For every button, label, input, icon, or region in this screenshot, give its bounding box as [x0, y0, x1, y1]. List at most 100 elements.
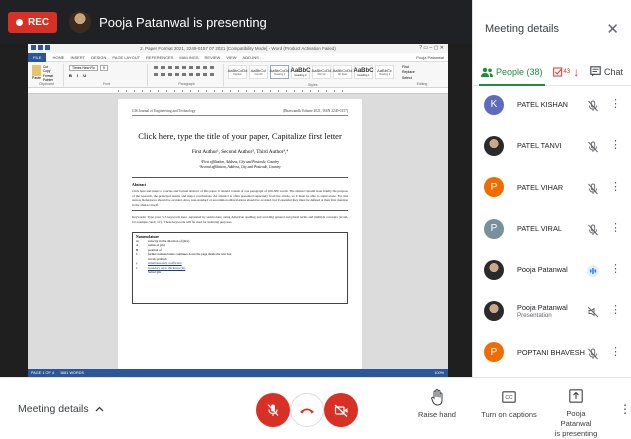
clipboard-label: Clipboard — [39, 82, 54, 86]
raise-hand-button[interactable]: Raise hand — [412, 388, 462, 420]
tab-design[interactable]: DESIGN — [91, 55, 106, 60]
avatar: K — [484, 94, 504, 115]
participant-row[interactable]: P PATEL VIHAR ⋮ — [473, 167, 631, 208]
annotation-count: 43 — [563, 68, 571, 75]
participant-row[interactable]: PATEL TANVI ⋮ — [473, 125, 631, 166]
mic-off-icon — [267, 404, 279, 416]
more-options-icon[interactable]: ⋮ — [610, 264, 621, 275]
presentation-stage: REC Pooja Patanwal is presenting 2. Pape… — [0, 0, 472, 377]
redo-icon[interactable] — [45, 45, 50, 50]
meeting-details-label: Meeting details — [18, 403, 89, 415]
tab-page-layout[interactable]: PAGE LAYOUT — [112, 55, 140, 60]
tab-review[interactable]: REVIEW — [205, 55, 221, 60]
word-ribbon-tabs: FILE HOME INSERT DESIGN PAGE LAYOUT REFE… — [28, 52, 448, 62]
more-options-icon[interactable]: ⋮ — [610, 222, 621, 234]
word-window-title: 2. Paper Format 2021, 2249-0157 07 2021 … — [140, 46, 336, 51]
font-format-buttons[interactable]: B I U — [69, 73, 88, 78]
people-icon — [481, 67, 493, 77]
close-icon[interactable]: ✕ — [606, 20, 619, 38]
raise-hand-label: Raise hand — [418, 410, 456, 419]
font-size-select[interactable]: 9 — [99, 65, 108, 71]
nomenclature-desc: Subscripts — [148, 270, 162, 275]
meeting-controls-bar: Meeting details Raise hand CC Turn on ca… — [0, 377, 631, 439]
word-user: Pooja Patanwal — [416, 54, 444, 60]
zoom-level[interactable]: 100% — [434, 371, 444, 375]
more-options-icon[interactable]: ⋮ — [610, 305, 621, 316]
present-now-button[interactable]: Pooja Patanwal is presenting — [550, 387, 602, 438]
font-name-select[interactable]: Times New Ro — [69, 65, 98, 71]
document-page[interactable]: GIS Journal of Engineering and Technolog… — [118, 99, 362, 369]
tab-file[interactable]: FILE — [28, 52, 47, 62]
font-group: Times New Ro 9 B I U Font — [66, 64, 148, 86]
more-options-icon[interactable]: ⋮ — [610, 346, 621, 358]
participant-name-block: PATEL KISHAN — [517, 100, 597, 109]
tab-insert[interactable]: INSERT — [70, 55, 85, 60]
nomenclature-row: Subscripts — [136, 270, 344, 274]
chevron-up-icon — [95, 406, 104, 412]
mic-muted-icon[interactable] — [587, 223, 599, 236]
rec-label: REC — [28, 16, 50, 28]
style-name: No Spac — [337, 73, 348, 76]
style-name: Heading 1 — [273, 73, 286, 76]
style-normal[interactable]: AaBbCcDd Normal — [312, 65, 331, 79]
captions-button[interactable]: CC Turn on captions — [476, 388, 542, 420]
presentation-audio-off-icon[interactable] — [587, 305, 599, 318]
participant-name-block: Pooja Patanwal Presentation — [517, 303, 597, 320]
tab-home[interactable]: HOME — [52, 55, 64, 60]
style-heading-2b[interactable]: AaBbCc Heading 2 — [375, 65, 394, 79]
style-heading-1[interactable]: AaBbCcDd Heading 1 — [270, 65, 289, 79]
document-area[interactable]: GIS Journal of Engineering and Technolog… — [28, 94, 448, 369]
replace-button[interactable]: Replace — [402, 70, 415, 75]
more-options-icon[interactable]: ⋮ — [610, 99, 621, 110]
style-contrib[interactable]: AaBbCcI Contrib — [249, 65, 268, 79]
svg-text:CC: CC — [505, 395, 513, 401]
annotation-badge: 43 ↓ — [552, 65, 579, 79]
tab-people[interactable]: People (38) — [479, 58, 545, 86]
tab-view[interactable]: VIEW — [226, 55, 236, 60]
tab-references[interactable]: REFERENCES — [146, 55, 173, 60]
mic-muted-icon[interactable] — [587, 182, 599, 194]
style-caption[interactable]: AaBbCcDd Caption — [228, 65, 247, 79]
participant-row[interactable]: P POPTANI BHAVESH ⋮ — [473, 332, 631, 373]
participant-name: Pooja Patanwal — [517, 302, 568, 312]
align-buttons[interactable] — [154, 73, 214, 76]
more-options-icon[interactable]: ⋮ — [619, 402, 631, 416]
leave-call-button[interactable] — [290, 393, 324, 427]
mic-muted-icon[interactable] — [587, 347, 599, 360]
style-name: Heading 2 — [378, 73, 391, 76]
people-list: K PATEL KISHAN ⋮ PATEL TANVI ⋮ P PATEL VIHAR ⋮ P… — [473, 84, 631, 414]
mic-toggle-button[interactable] — [256, 393, 290, 427]
tab-chat[interactable]: Chat — [590, 66, 623, 77]
chat-tab-label: Chat — [603, 66, 623, 77]
speaking-indicator-icon[interactable] — [587, 264, 599, 278]
participant-row[interactable]: Pooja Patanwal ⋮ — [473, 249, 631, 290]
select-button[interactable]: Select — [402, 76, 415, 81]
mic-muted-icon[interactable] — [587, 99, 599, 112]
paste-label[interactable]: Paste — [32, 76, 41, 80]
tab-mailings[interactable]: MAILINGS — [179, 55, 198, 60]
save-icon[interactable] — [31, 45, 36, 50]
style-no-spacing[interactable]: AaBbCcDd No Spac — [333, 65, 352, 79]
participant-row[interactable]: P PATEL VIRAL ⋮ — [473, 208, 631, 249]
meeting-details-button[interactable]: Meeting details — [18, 403, 104, 415]
editing-label: Editing — [416, 82, 428, 86]
participant-name: PATEL TANVI — [517, 141, 562, 151]
participant-row[interactable]: Pooja Patanwal Presentation ⋮ — [473, 290, 631, 331]
undo-icon[interactable] — [38, 45, 43, 50]
tab-add-ins[interactable]: ADD-INS — [243, 55, 259, 60]
more-options-icon[interactable]: ⋮ — [610, 140, 621, 151]
style-heading-2[interactable]: AaBbC Heading 2 — [291, 65, 311, 79]
window-controls[interactable]: ? ▭ – ▢ ✕ — [419, 45, 444, 51]
more-options-icon[interactable]: ⋮ — [610, 181, 621, 193]
participant-row[interactable]: K PATEL KISHAN ⋮ — [473, 84, 631, 125]
presenter-avatar — [69, 11, 92, 33]
avatar: P — [484, 218, 504, 239]
mic-muted-icon[interactable] — [587, 140, 599, 153]
quick-access-toolbar[interactable] — [31, 45, 61, 51]
paste-icon[interactable] — [32, 65, 41, 76]
present-screen-icon — [569, 389, 583, 403]
list-buttons[interactable] — [154, 66, 214, 69]
camera-toggle-button[interactable] — [324, 393, 358, 427]
style-heading-1b[interactable]: AaBbC Heading 1 — [354, 65, 374, 79]
participant-name: POPTANI BHAVESH — [517, 347, 585, 357]
